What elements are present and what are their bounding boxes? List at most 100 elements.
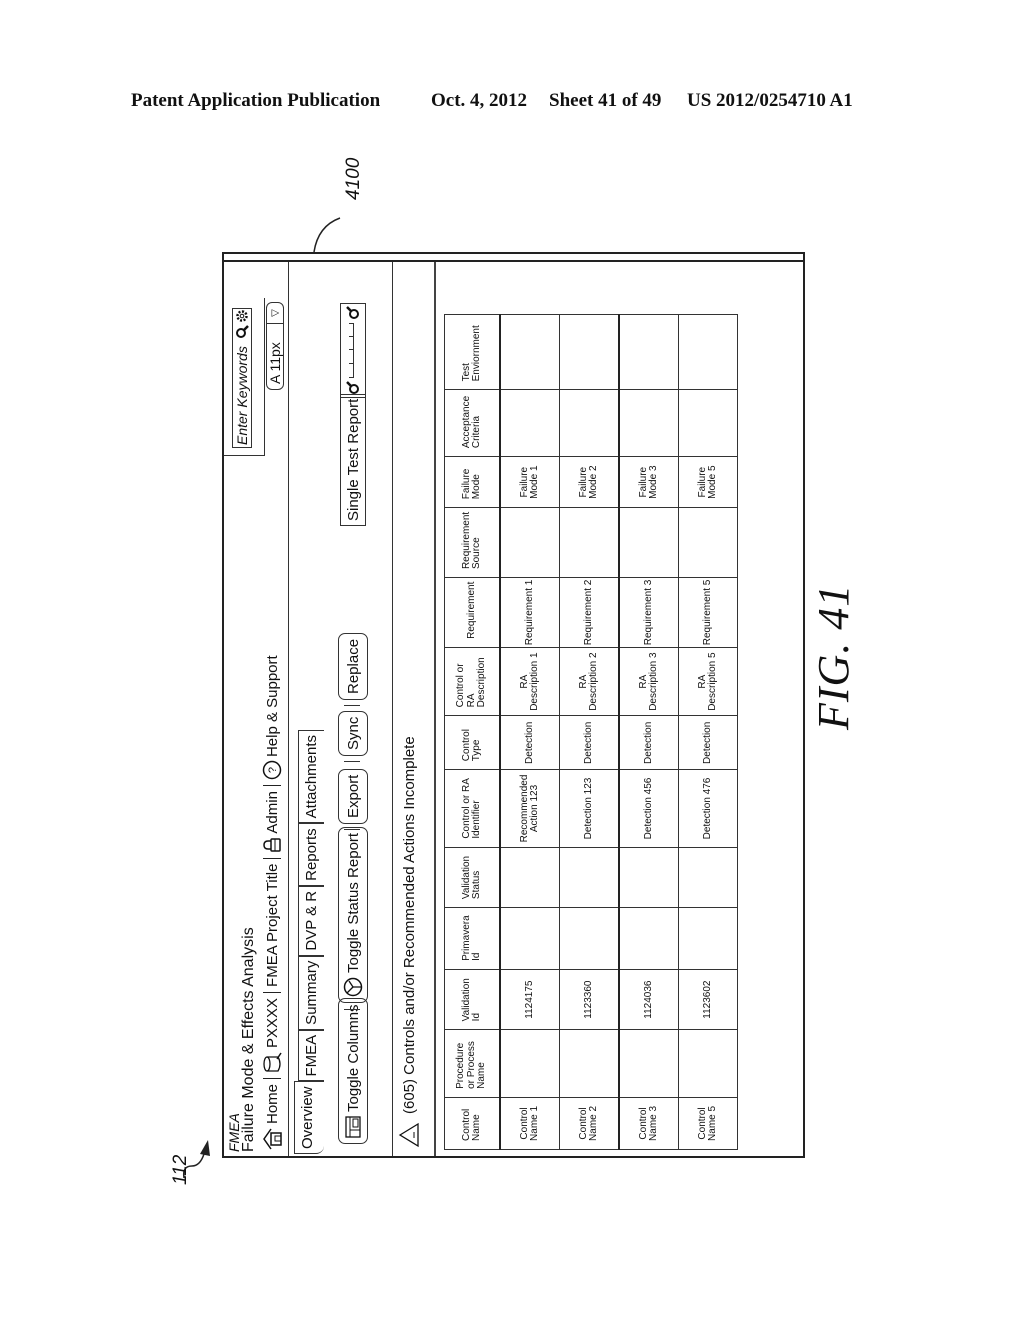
nav-project-title-label: FMEA Project Title: [263, 863, 281, 987]
nav-home[interactable]: Home: [262, 1081, 282, 1154]
sheet-number: Sheet 41 of 49: [549, 90, 662, 111]
window-edge: [224, 254, 803, 262]
main-tabs: Overview FMEA Summary DVP & R Reports At…: [290, 729, 324, 1154]
nav-project-id-label: PXXXX: [263, 997, 281, 1048]
single-test-report-label: Single Test Report: [344, 398, 362, 521]
tab-attachments[interactable]: Attachments: [298, 729, 324, 824]
warning-icon: [398, 1122, 419, 1148]
nav-separator: [263, 1077, 281, 1079]
gear-icon[interactable]: [235, 309, 249, 323]
table-cell: [500, 507, 560, 578]
table-cell: [678, 1029, 738, 1098]
tab-reports[interactable]: Reports: [298, 823, 324, 886]
sync-label: Sync: [344, 716, 362, 750]
table-cell: [559, 907, 619, 970]
tab-dvp-r[interactable]: DVP & R: [298, 885, 324, 956]
reference-numeral-112: 112: [170, 1154, 191, 1185]
table-cell: 1123360: [559, 969, 619, 1030]
nav-admin-label: Admin: [263, 791, 281, 834]
table-cell: Detection 476: [678, 769, 738, 848]
search-placeholder: Enter Keywords: [234, 346, 250, 445]
table-cell: RA Description 5: [678, 647, 738, 716]
fmea-window-rotated: FMEA Failure Mode & Effects Analysis Ent…: [222, 252, 805, 1158]
table-cell: [678, 389, 738, 457]
tab-summary[interactable]: Summary: [298, 955, 324, 1030]
table-row[interactable]: Control Name 5 1123602 Detection 476 Detect…: [678, 314, 738, 1150]
replace-button[interactable]: Replace: [338, 632, 368, 700]
table-cell: [678, 507, 738, 578]
table-cell: Failure Mode 3: [619, 456, 679, 508]
column-header[interactable]: Control Type: [444, 715, 500, 770]
table-cell: [619, 389, 679, 457]
font-size-select[interactable]: A 11px ▽: [266, 302, 284, 390]
publication-label: Patent Application Publication: [131, 90, 381, 111]
svg-text:?: ?: [267, 767, 279, 773]
column-header[interactable]: Procedure or Process Name: [444, 1029, 500, 1098]
table-cell: Detection: [559, 715, 619, 770]
single-test-report-button[interactable]: Single Test Report: [340, 393, 366, 526]
database-icon: [263, 1052, 282, 1072]
table-row[interactable]: Control Name 2 1123360 Detection 123 Detect…: [559, 314, 619, 1150]
zoom-in-icon[interactable]: [346, 306, 360, 320]
toolbar: Toggle Columns Toggle Status Report Expo…: [324, 262, 393, 1156]
publication-number: US 2012/0254710 A1: [687, 90, 853, 111]
export-button[interactable]: Export: [338, 768, 368, 824]
toggle-columns-label: Toggle Columns: [344, 1004, 362, 1112]
column-header[interactable]: Acceptance Criteria: [444, 389, 500, 457]
toggle-columns-button[interactable]: Toggle Columns: [338, 998, 368, 1144]
table-row[interactable]: Control Name 3 1124036 Detection 456 Detect…: [619, 314, 679, 1150]
table-cell: [678, 847, 738, 908]
column-header[interactable]: Validation Status: [444, 847, 500, 908]
search-icon[interactable]: [235, 325, 249, 339]
table-cell: [619, 847, 679, 908]
zoom-slider[interactable]: [340, 303, 366, 398]
breadcrumb-nav: Home PXXXX FMEA Project Title Admin ? He…: [258, 652, 286, 1154]
column-header[interactable]: Requirement: [444, 577, 500, 648]
column-header[interactable]: Control or RA Identifier: [444, 769, 500, 848]
table-cell: [559, 507, 619, 578]
table-cell: [619, 507, 679, 578]
dropdown-triangle-icon[interactable]: ▽: [267, 303, 283, 324]
font-size-value: A 11px: [267, 342, 283, 384]
table-cell: Requirement 3: [619, 577, 679, 648]
nav-project-title[interactable]: FMEA Project Title: [264, 861, 281, 990]
zoom-track[interactable]: [348, 322, 354, 378]
table-row[interactable]: Control Name 1 1124175 Recommended Action …: [500, 314, 560, 1150]
nav-admin[interactable]: Admin: [263, 788, 281, 856]
zoom-out-icon[interactable]: [346, 381, 360, 395]
tab-fmea[interactable]: FMEA: [298, 1029, 324, 1082]
tab-overview[interactable]: Overview: [294, 1081, 324, 1154]
nav-help[interactable]: ? Help & Support: [262, 652, 282, 783]
table-cell: [619, 907, 679, 970]
column-header[interactable]: Primavera Id: [444, 907, 500, 970]
table-cell: Control Name 3: [619, 1097, 679, 1150]
table-cell: [678, 907, 738, 970]
table-cell: [678, 314, 738, 390]
table-cell: [559, 847, 619, 908]
columns-icon: [345, 1116, 361, 1138]
help-icon: ?: [262, 760, 282, 780]
publication-date: Oct. 4, 2012: [431, 90, 528, 111]
table-cell: Requirement 1: [500, 577, 560, 648]
publication-header: Patent Application Publication Oct. 4, 2…: [131, 90, 891, 112]
sync-button[interactable]: Sync: [338, 710, 368, 756]
table-cell: RA Description 2: [559, 647, 619, 716]
table-cell: [500, 847, 560, 908]
table-cell: Control Name 5: [678, 1097, 738, 1150]
table-body: Control Name 1 1124175 Recommended Action …: [500, 314, 738, 1150]
toggle-status-report-button[interactable]: Toggle Status Report: [338, 826, 368, 1003]
column-header[interactable]: Test Enviornment: [444, 314, 500, 390]
column-header[interactable]: Validation Id: [444, 969, 500, 1030]
reference-numeral-4100: 4100: [343, 157, 364, 200]
table-cell: 1124036: [619, 969, 679, 1030]
toggle-status-report-label: Toggle Status Report: [344, 832, 362, 973]
table-cell: [559, 1029, 619, 1098]
column-header[interactable]: Control or RA Description: [444, 647, 500, 716]
nav-home-label: Home: [263, 1083, 281, 1124]
nav-project-id[interactable]: PXXXX: [261, 995, 283, 1076]
column-header[interactable]: Control Name: [444, 1097, 500, 1150]
table-cell: [559, 314, 619, 390]
column-header[interactable]: Requirement Source: [444, 507, 500, 578]
keyword-search-input[interactable]: Enter Keywords: [232, 308, 252, 448]
column-header[interactable]: Failure Mode: [444, 456, 500, 508]
